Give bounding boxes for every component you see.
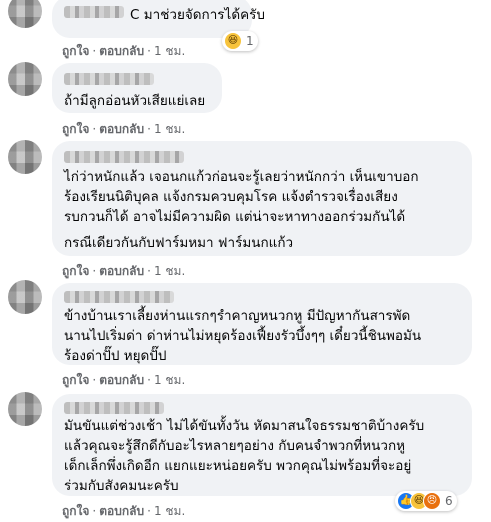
comment-bubble: C มาช่วยจัดการได้ครับ bbox=[52, 0, 265, 38]
comment-text: ข้างบ้านเราเลี้ยงห่านแรกๆรำคาญหนวกหู มีป… bbox=[64, 308, 411, 324]
avatar[interactable] bbox=[8, 62, 42, 96]
comment-bubble: ไก่ว่าหนักแล้ว เจอนกแก้วก่อนจะรู้เลยว่าห… bbox=[52, 141, 472, 256]
commenter-name[interactable] bbox=[64, 291, 174, 303]
commenter-name[interactable] bbox=[64, 6, 124, 18]
reaction-count: 1 bbox=[246, 34, 254, 48]
avatar[interactable] bbox=[8, 392, 42, 426]
comment-text: ไก่ว่าหนักแล้ว เจอนกแก้วก่อนจะรู้เลยว่าห… bbox=[64, 169, 419, 185]
reply-link[interactable]: ตอบกลับ bbox=[99, 44, 144, 58]
avatar[interactable] bbox=[8, 0, 42, 28]
commenter-name[interactable] bbox=[64, 73, 154, 85]
like-link[interactable]: ถูกใจ bbox=[62, 122, 89, 136]
reaction-count: 6 bbox=[445, 494, 453, 508]
comment-text: เด็กเล็กพึ่งเกิดอีก แยกแยะหน่อยครับ พวกค… bbox=[64, 458, 412, 474]
comment-text: นานไปเริ่มด่า ด่าห่านไม่หยุดร้องเฟี้ยงรั… bbox=[64, 328, 422, 344]
angry-icon: 😠 bbox=[423, 492, 441, 510]
like-link[interactable]: ถูกใจ bbox=[62, 504, 89, 518]
reaction-summary[interactable]: 👍 😆 😠 6 bbox=[395, 491, 457, 511]
comment-text: ร้องเรียนนิติบุคล แจ้งกรมควบคุมโรค แจ้งต… bbox=[64, 189, 398, 205]
reply-link[interactable]: ตอบกลับ bbox=[99, 122, 144, 136]
comment-text: C มาช่วยจัดการได้ครับ bbox=[130, 7, 265, 23]
comment-time[interactable]: 1 ชม. bbox=[154, 122, 185, 136]
comment-text: แล้วคุณจะรู้สึกดีกับอะไรหลายๆอย่าง กับคน… bbox=[64, 438, 406, 454]
reply-link[interactable]: ตอบกลับ bbox=[99, 373, 144, 387]
comment-time[interactable]: 1 ชม. bbox=[154, 44, 185, 58]
comment-bubble: มันขันแต่ช่วงเช้า ไม่ได้ขันทั้งวัน หัดมา… bbox=[52, 394, 472, 496]
reaction-summary[interactable]: 😆 1 bbox=[222, 31, 258, 51]
avatar[interactable] bbox=[8, 140, 42, 174]
comment-actions: ถูกใจ · ตอบกลับ · 1 ชม. bbox=[62, 373, 186, 387]
comment-actions: ถูกใจ · ตอบกลับ · 1 ชม. bbox=[62, 504, 186, 518]
comment-time[interactable]: 1 ชม. bbox=[154, 504, 185, 518]
comment-time[interactable]: 1 ชม. bbox=[154, 264, 185, 278]
comment-text: ถ้ามีลูกอ่อนหัวเสียแย่เลย bbox=[64, 93, 206, 109]
comment-text: มันขันแต่ช่วงเช้า ไม่ได้ขันทั้งวัน หัดมา… bbox=[64, 418, 425, 434]
commenter-name[interactable] bbox=[64, 151, 184, 163]
comment-bubble: ข้างบ้านเราเลี้ยงห่านแรกๆรำคาญหนวกหู มีป… bbox=[52, 283, 472, 365]
comment-time[interactable]: 1 ชม. bbox=[154, 373, 185, 387]
like-link[interactable]: ถูกใจ bbox=[62, 373, 89, 387]
commenter-name[interactable] bbox=[64, 402, 164, 414]
avatar[interactable] bbox=[8, 280, 42, 314]
comment-text: ร้องด่าปั๊ป หยุดปั๊ป bbox=[64, 348, 167, 364]
comment-actions: ถูกใจ · ตอบกลับ · 1 ชม. bbox=[62, 264, 186, 278]
haha-icon: 😆 bbox=[224, 32, 242, 50]
comment-actions: ถูกใจ · ตอบกลับ · 1 ชม. bbox=[62, 44, 186, 58]
reply-link[interactable]: ตอบกลับ bbox=[99, 504, 144, 518]
reply-link[interactable]: ตอบกลับ bbox=[99, 264, 144, 278]
like-link[interactable]: ถูกใจ bbox=[62, 44, 89, 58]
comment-actions: ถูกใจ · ตอบกลับ · 1 ชม. bbox=[62, 122, 186, 136]
like-link[interactable]: ถูกใจ bbox=[62, 264, 89, 278]
comment-bubble: ถ้ามีลูกอ่อนหัวเสียแย่เลย bbox=[52, 63, 222, 113]
comment-text: รบกวนก็ได้ อาจไม่มีความผิด แต่น่าจะหาทาง… bbox=[64, 209, 406, 225]
comment-text: กรณีเดียวกันกับฟาร์มหมา ฟาร์มนกแก้ว bbox=[64, 235, 294, 251]
